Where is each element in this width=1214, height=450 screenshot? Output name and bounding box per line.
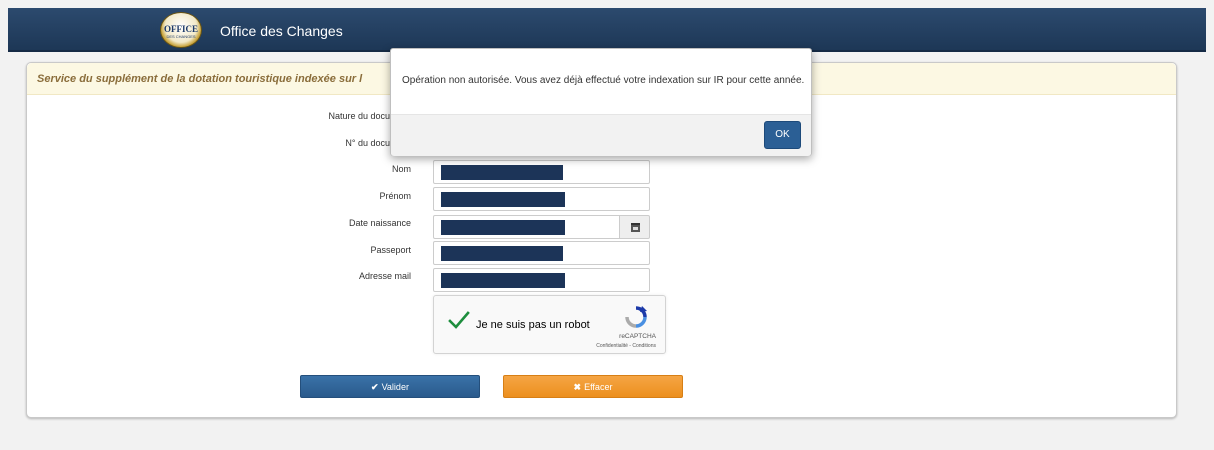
times-icon: ✖ — [573, 382, 582, 392]
captcha-label: Je ne suis pas un robot — [476, 319, 590, 331]
recaptcha-links[interactable]: Confidentialité - Conditions — [574, 343, 656, 349]
adresse-mail-input[interactable] — [433, 268, 650, 292]
calendar-icon — [631, 223, 640, 232]
top-navbar: OFFICE DES CHANGES Office des Changes — [8, 8, 1206, 52]
passeport-input[interactable] — [433, 241, 650, 265]
app-title: Office des Changes — [220, 23, 343, 39]
recaptcha-logo-icon — [625, 306, 647, 328]
check-icon: ✔ — [371, 382, 379, 392]
check-icon[interactable] — [448, 309, 470, 331]
modal-footer — [391, 114, 811, 156]
effacer-button[interactable]: ✖ Effacer — [503, 375, 683, 398]
valider-button[interactable]: ✔ Valider — [300, 375, 480, 398]
effacer-label: Effacer — [584, 382, 613, 392]
ok-button[interactable]: OK — [764, 121, 801, 149]
date-naissance-group — [433, 215, 650, 239]
date-naissance-input[interactable] — [433, 215, 620, 239]
redacted-value — [441, 273, 565, 288]
redacted-value — [441, 165, 563, 180]
valider-label: Valider — [381, 382, 409, 392]
alert-modal: Opération non autorisée. Vous avez déjà … — [390, 48, 812, 156]
modal-message: Opération non autorisée. Vous avez déjà … — [402, 75, 805, 86]
prenom-label: Prénom — [379, 191, 411, 201]
numero-document-label: N° du docu — [345, 138, 390, 148]
recaptcha-widget: Je ne suis pas un robot reCAPTCHA Confid… — [433, 295, 666, 354]
nature-document-label: Nature du docu — [328, 111, 390, 121]
calendar-button[interactable] — [619, 215, 650, 239]
redacted-value — [441, 246, 563, 261]
prenom-input[interactable] — [433, 187, 650, 211]
date-naissance-label: Date naissance — [348, 218, 411, 228]
recaptcha-brand: reCAPTCHA — [619, 333, 656, 340]
nom-input[interactable] — [433, 160, 650, 184]
nom-label: Nom — [391, 164, 411, 174]
adresse-mail-label: Adresse mail — [358, 271, 411, 281]
office-des-changes-logo: OFFICE DES CHANGES — [160, 12, 202, 48]
passeport-label: Passeport — [370, 245, 411, 255]
redacted-value — [441, 192, 565, 207]
redacted-value — [441, 220, 565, 235]
